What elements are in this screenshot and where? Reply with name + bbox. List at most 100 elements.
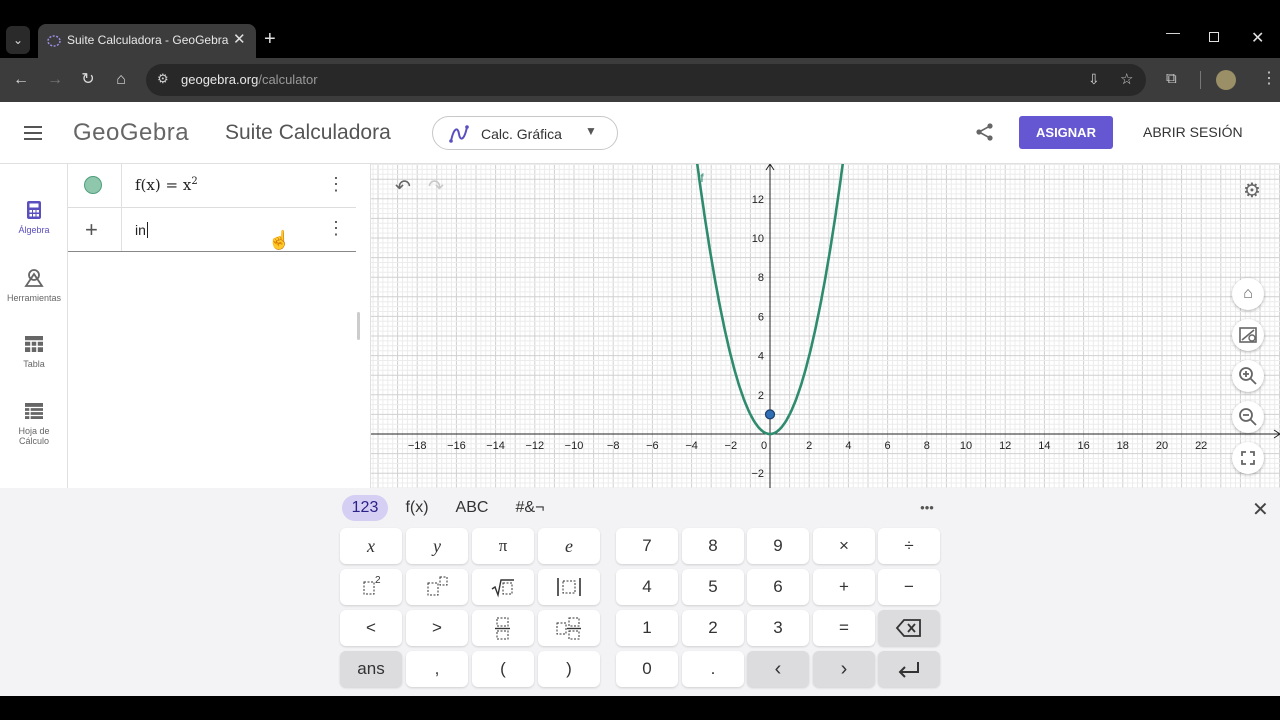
x-tick-label: 22	[1195, 440, 1207, 452]
x-tick-label: −4	[685, 440, 698, 452]
url-host: geogebra.org	[181, 72, 259, 87]
x-tick-label: 2	[806, 440, 812, 452]
profile-avatar[interactable]	[1216, 70, 1236, 90]
keyboard-more-icon[interactable]: •••	[912, 495, 942, 521]
fullscreen-icon[interactable]	[1232, 442, 1264, 474]
browser-menu-icon[interactable]: ⋮	[1261, 68, 1277, 88]
key-7[interactable]: 7	[616, 528, 678, 564]
login-button[interactable]: ABRIR SESIÓN	[1143, 124, 1243, 140]
key-9[interactable]: 9	[747, 528, 809, 564]
new-tab-icon[interactable]: +	[264, 28, 276, 51]
key-abs[interactable]	[538, 569, 600, 605]
home-view-icon[interactable]: ⌂	[1232, 278, 1264, 310]
app-selector-dropdown[interactable]: Calc. Gráfica ▼	[432, 116, 618, 150]
row-menu-icon[interactable]: ⋮	[327, 174, 345, 195]
restore-icon[interactable]	[1209, 32, 1219, 42]
key-e[interactable]: e	[538, 528, 600, 564]
geogebra-logo[interactable]: GeoGebra	[73, 119, 189, 147]
undo-icon[interactable]: ↶	[395, 176, 411, 199]
redo-icon: ↷	[428, 177, 444, 198]
key-decimal[interactable]: .	[682, 651, 744, 687]
key-enter[interactable]	[878, 651, 940, 687]
key-3[interactable]: 3	[747, 610, 809, 646]
key-left-arrow[interactable]: ‹	[747, 651, 809, 687]
key-less-than[interactable]: <	[340, 610, 402, 646]
minimize-icon[interactable]: —	[1166, 24, 1180, 40]
reload-icon[interactable]: ↻	[75, 64, 101, 96]
close-tab-icon[interactable]: ✕	[233, 30, 246, 48]
input-row[interactable]: + in ⋮	[68, 208, 356, 252]
function-definition[interactable]: f(x) = x2	[135, 176, 198, 194]
key-mixed-fraction[interactable]	[538, 610, 600, 646]
key-sqrt[interactable]	[472, 569, 534, 605]
sidebar-item-tools[interactable]: Herramientas	[0, 268, 68, 303]
x-tick-label: 20	[1156, 440, 1168, 452]
url-text[interactable]: geogebra.org/calculator	[181, 72, 318, 87]
settings-gear-icon[interactable]: ⚙	[1243, 178, 1261, 203]
key-plus[interactable]: +	[813, 569, 875, 605]
extensions-icon[interactable]: ⧉	[1166, 70, 1177, 87]
x-tick-label: 12	[999, 440, 1011, 452]
panel-resize-handle[interactable]	[357, 312, 360, 340]
keyboard-tab-abc[interactable]: ABC	[450, 495, 494, 521]
key-8[interactable]: 8	[682, 528, 744, 564]
algebra-input[interactable]: in	[135, 222, 148, 238]
graphics-style-icon[interactable]	[1232, 319, 1264, 351]
home-icon[interactable]: ⌂	[108, 64, 134, 96]
zoom-out-icon[interactable]	[1232, 401, 1264, 433]
key-pi[interactable]: π	[472, 528, 534, 564]
key-greater-than[interactable]: >	[406, 610, 468, 646]
tab-list-dropdown-icon[interactable]: ⌄	[6, 26, 30, 54]
calculator-icon	[0, 200, 68, 225]
graphing-app-icon	[449, 125, 469, 143]
zoom-in-icon[interactable]	[1232, 360, 1264, 392]
key-1[interactable]: 1	[616, 610, 678, 646]
share-icon[interactable]	[975, 122, 995, 147]
add-icon[interactable]: +	[85, 217, 98, 243]
keyboard-tab-123[interactable]: 123	[342, 495, 388, 521]
key-0[interactable]: 0	[616, 651, 678, 687]
key-multiply[interactable]: ×	[813, 528, 875, 564]
key-open-paren[interactable]: (	[472, 651, 534, 687]
row-menu-icon[interactable]: ⋮	[327, 218, 345, 239]
close-keyboard-icon[interactable]: ✕	[1252, 497, 1269, 522]
key-ans[interactable]: ans	[340, 651, 402, 687]
key-comma[interactable]: ,	[406, 651, 468, 687]
bookmark-star-icon[interactable]: ☆	[1120, 70, 1133, 88]
forward-icon[interactable]: →	[42, 64, 68, 96]
sidebar-item-spreadsheet[interactable]: Hoja de Cálculo	[0, 401, 68, 446]
key-y[interactable]: y	[406, 528, 468, 564]
keyboard-tab-symbols[interactable]: #&¬	[509, 495, 551, 521]
key-5[interactable]: 5	[682, 569, 744, 605]
key-minus[interactable]: −	[878, 569, 940, 605]
sidebar-item-table[interactable]: Tabla	[0, 334, 68, 369]
graph-canvas[interactable]: −18 −16 −14 −12 −10 −8 −6 −4 −2 0 2 4 6 8 10 12 14 16 18 20…	[371, 164, 1280, 488]
keyboard-tab-fx[interactable]: f(x)	[398, 495, 436, 521]
key-fraction[interactable]	[472, 610, 534, 646]
algebra-row[interactable]: f(x) = x2 ⋮	[68, 164, 356, 252]
assign-button[interactable]: ASIGNAR	[1019, 116, 1113, 149]
key-equals[interactable]: =	[813, 610, 875, 646]
key-4[interactable]: 4	[616, 569, 678, 605]
key-backspace[interactable]	[878, 610, 940, 646]
key-close-paren[interactable]: )	[538, 651, 600, 687]
key-6[interactable]: 6	[747, 569, 809, 605]
graphics-view[interactable]: −18 −16 −14 −12 −10 −8 −6 −4 −2 0 2 4 6 8 10 12 14 16 18 20…	[371, 164, 1280, 488]
key-x[interactable]: x	[340, 528, 402, 564]
close-window-icon[interactable]: ✕	[1251, 28, 1264, 48]
key-right-arrow[interactable]: ›	[813, 651, 875, 687]
sidebar-item-algebra[interactable]: Álgebra	[0, 200, 68, 235]
back-icon[interactable]: ←	[8, 64, 34, 96]
key-power[interactable]	[406, 569, 468, 605]
install-app-icon[interactable]: ⇩	[1088, 71, 1100, 88]
site-info-icon[interactable]: ⚙	[157, 71, 169, 87]
browser-tab[interactable]: Suite Calculadora - GeoGebra ✕	[38, 24, 256, 58]
key-square[interactable]: 2	[340, 569, 402, 605]
hamburger-menu-icon[interactable]	[24, 126, 42, 140]
key-2[interactable]: 2	[682, 610, 744, 646]
key-divide[interactable]: ÷	[878, 528, 940, 564]
address-bar[interactable]: ⚙ geogebra.org/calculator ⇩ ☆	[146, 64, 1146, 96]
sidebar-item-label: Herramientas	[6, 293, 62, 303]
visibility-toggle[interactable]	[84, 176, 102, 194]
function-exponent: 2	[191, 176, 198, 187]
